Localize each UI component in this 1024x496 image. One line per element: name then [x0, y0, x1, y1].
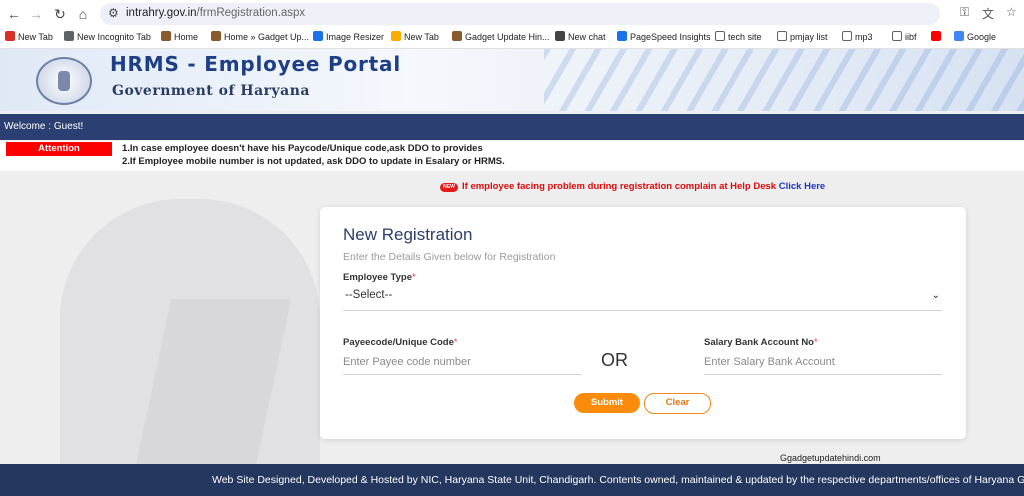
dash-icon: [391, 31, 401, 41]
bookmark-item[interactable]: Image Resizer: [313, 31, 384, 45]
translate-icon[interactable]: 文: [982, 5, 994, 22]
bookmark-label: Google: [967, 32, 997, 42]
bookmark-item[interactable]: New Tab: [5, 31, 53, 45]
haryana-emblem-icon: [36, 57, 92, 105]
site-icon: [452, 31, 462, 41]
reload-icon[interactable]: ↻: [50, 4, 70, 24]
bookmark-item[interactable]: PageSpeed Insights: [617, 31, 711, 45]
employee-type-value: --Select--: [345, 289, 393, 301]
help-desk-text: If employee facing problem during regist…: [462, 181, 777, 192]
bookmark-label: Image Resizer: [326, 32, 385, 42]
bookmark-item[interactable]: New Incognito Tab: [64, 31, 151, 45]
address-bar[interactable]: ⚙ intrahry.gov.in/frmRegistration.aspx: [100, 3, 940, 25]
pagespeed-icon: [617, 31, 627, 41]
form-title: New Registration: [343, 225, 473, 244]
payee-code-label: Payeecode/Unique Code*: [343, 337, 458, 348]
welcome-bar: Welcome : Guest!: [0, 114, 1024, 140]
attention-label: Attention: [6, 142, 112, 156]
back-arrow-icon[interactable]: ←: [4, 4, 24, 24]
bookmark-star-icon[interactable]: ☆: [1006, 5, 1017, 19]
bookmark-item[interactable]: New chat: [555, 31, 606, 45]
salary-account-placeholder: Enter Salary Bank Account: [704, 356, 835, 368]
attention-notice: Attention 1.In case employee doesn't hav…: [0, 141, 1024, 171]
salary-account-label: Salary Bank Account No*: [704, 337, 818, 348]
payee-code-placeholder: Enter Payee code number: [343, 356, 471, 368]
home-icon[interactable]: ⌂: [73, 4, 93, 24]
submit-button[interactable]: Submit: [574, 393, 640, 413]
bookmark-item[interactable]: tech site: [715, 31, 762, 45]
bookmark-label: pmjay list: [790, 32, 828, 42]
bookmark-item[interactable]: pmjay list: [777, 31, 828, 45]
chevron-down-icon: ⌄: [931, 290, 940, 301]
site-icon: [211, 31, 221, 41]
new-badge-icon: NEW: [440, 183, 458, 192]
header-banner: HRMS - Employee Portal Government of Har…: [0, 49, 1024, 111]
help-desk-notice: NEW If employee facing problem during reg…: [440, 181, 825, 192]
bookmarks-bar: New Tab New Incognito Tab Home Home » Gadge…: [0, 27, 1024, 49]
bookmark-label: mp3: [855, 32, 873, 42]
bookmark-label: Home: [174, 32, 199, 42]
page: HRMS - Employee Portal Government of Har…: [0, 49, 1024, 496]
clear-button[interactable]: Clear: [644, 393, 711, 414]
salary-account-input[interactable]: Enter Salary Bank Account: [704, 351, 942, 375]
bookmark-item[interactable]: New Tab: [391, 31, 439, 45]
browser-toolbar: ← → ↻ ⌂ ⚙ intrahry.gov.in/frmRegistratio…: [0, 0, 1024, 27]
chat-icon: [555, 31, 565, 41]
youtube-icon: [931, 31, 941, 41]
incognito-icon: [64, 31, 74, 41]
employee-type-select[interactable]: --Select-- ⌄: [343, 287, 942, 311]
folder-icon: [777, 31, 787, 41]
bookmark-item[interactable]: Gadget Update Hin...: [452, 31, 550, 45]
portal-subtitle: Government of Haryana: [112, 83, 310, 99]
bookmark-item[interactable]: Google: [954, 31, 996, 45]
bookmark-item[interactable]: Home » Gadget Up...: [211, 31, 309, 45]
bookmark-label: PageSpeed Insights: [630, 32, 711, 42]
help-desk-link[interactable]: Click Here: [779, 181, 825, 192]
portal-title: HRMS - Employee Portal: [110, 52, 401, 76]
red-star-icon: [5, 31, 15, 41]
bookmark-item[interactable]: iibf: [892, 31, 917, 45]
bookmark-item[interactable]: mp3: [842, 31, 873, 45]
bookmark-label: New Tab: [18, 32, 53, 42]
form-subtitle: Enter the Details Given below for Regist…: [343, 251, 556, 263]
payee-code-input[interactable]: Enter Payee code number: [343, 351, 581, 375]
image-icon: [313, 31, 323, 41]
registration-card: New Registration Enter the Details Given…: [320, 207, 966, 439]
folder-icon: [715, 31, 725, 41]
key-icon[interactable]: ⚿: [960, 5, 969, 20]
site-info-icon[interactable]: ⚙: [108, 6, 119, 20]
banner-pattern: [544, 49, 1024, 111]
bookmark-label: New Incognito Tab: [77, 32, 151, 42]
footer: Web Site Designed, Developed & Hosted by…: [0, 464, 1024, 496]
welcome-text: Welcome : Guest!: [4, 121, 84, 132]
bookmark-label: Gadget Update Hin...: [465, 32, 550, 42]
folder-icon: [842, 31, 852, 41]
bookmark-item[interactable]: Home: [161, 31, 198, 45]
site-icon: [161, 31, 171, 41]
attention-line-1: 1.In case employee doesn't have his Payc…: [122, 143, 483, 154]
or-separator: OR: [601, 350, 628, 370]
url-text: intrahry.gov.in/frmRegistration.aspx: [126, 7, 306, 19]
watermark-text: Ggadgetupdatehindi.com: [780, 453, 881, 463]
bookmark-item[interactable]: [931, 31, 944, 45]
bookmark-label: iibf: [905, 32, 917, 42]
employee-type-label: Employee Type*: [343, 272, 416, 283]
bookmark-label: tech site: [728, 32, 762, 42]
google-icon: [954, 31, 964, 41]
bookmark-label: New Tab: [404, 32, 439, 42]
bookmark-label: Home » Gadget Up...: [224, 32, 310, 42]
attention-line-2: 2.If Employee mobile number is not updat…: [122, 156, 505, 167]
forward-arrow-icon[interactable]: →: [26, 4, 46, 24]
footer-text: Web Site Designed, Developed & Hosted by…: [212, 474, 1024, 486]
bookmark-label: New chat: [568, 32, 606, 42]
folder-icon: [892, 31, 902, 41]
